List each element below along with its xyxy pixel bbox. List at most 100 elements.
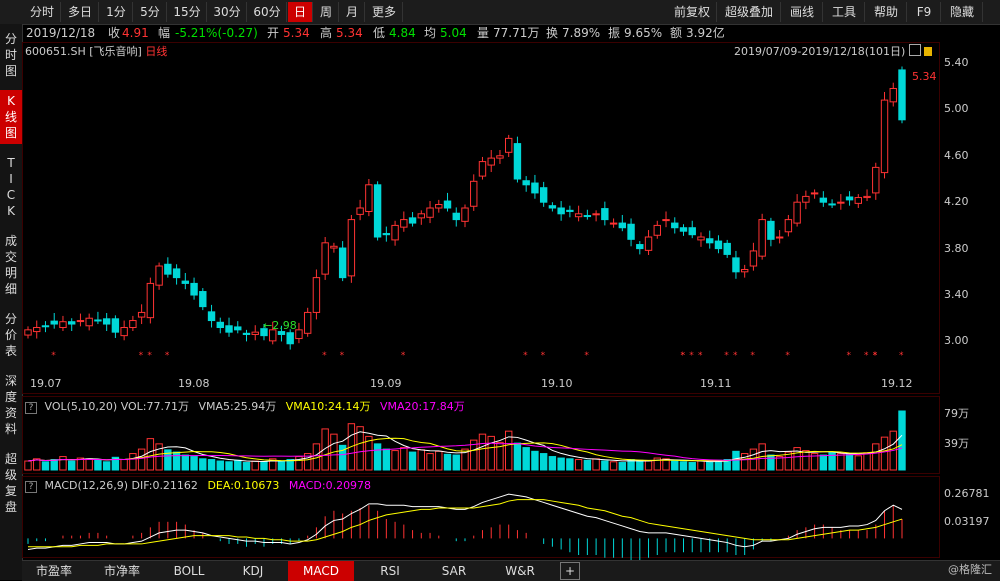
volume-bar (391, 450, 399, 471)
add-tab-icon[interactable]: + (560, 562, 580, 580)
bottom-tab-6[interactable]: SAR (426, 561, 482, 581)
volume-bar (732, 450, 740, 471)
volume-bar (775, 456, 784, 471)
bottom-tab-2[interactable]: BOLL (160, 561, 218, 581)
marker-star: * (147, 351, 152, 361)
volume-bar (102, 461, 111, 471)
volume-bar (234, 459, 242, 471)
candle-body (129, 320, 137, 329)
marker-star: * (584, 351, 589, 361)
candle-body (845, 196, 854, 201)
vol-axis-mid: 39万 (944, 437, 969, 450)
candle-body (706, 238, 714, 244)
bottom-tab-3[interactable]: KDJ (226, 561, 280, 581)
marker-star: * (401, 351, 406, 361)
date-tick: 19.12 (881, 377, 913, 390)
candle-body (330, 245, 338, 249)
volume-bar (513, 442, 522, 471)
high-annotation: 5.34 (912, 70, 937, 83)
kline-chart[interactable]: * * * * * * * * * * ** * * * * * * * * ** * (0, 0, 1000, 580)
candle-body (898, 69, 906, 121)
volume-bar (137, 448, 146, 471)
candle-body (872, 166, 880, 194)
low-annotation-value: 2.98 (272, 319, 297, 332)
volume-bar (880, 436, 889, 471)
candle-body (802, 195, 810, 203)
vma5-value: VMA5:25.94万 (198, 400, 277, 413)
candle-body (548, 205, 557, 209)
volume-bar (706, 461, 714, 471)
candle-body (496, 155, 504, 159)
high-annotation-value: 5.34 (912, 70, 937, 83)
volume-bar (85, 458, 93, 471)
volume-bar (863, 452, 871, 471)
candle-body (609, 222, 618, 225)
candle-body (338, 247, 347, 279)
volume-bar (845, 453, 854, 471)
marker-star: * (899, 351, 904, 361)
help-icon[interactable]: ? (25, 402, 37, 414)
marker-star: * (873, 351, 878, 361)
candle-body (85, 317, 93, 327)
bottom-tab-0[interactable]: 市盈率 (24, 561, 84, 581)
candle-body (601, 208, 609, 221)
marker-star: * (750, 351, 755, 361)
candle-body (487, 157, 495, 166)
marker-star: * (733, 351, 738, 361)
low-annotation: ←2.98 (263, 319, 297, 332)
candle-body (714, 240, 723, 250)
bottom-tab-4[interactable]: MACD (288, 561, 354, 581)
candle-body (373, 184, 382, 238)
candle-body (775, 236, 784, 239)
vma20-value: VMA20:17.84万 (380, 400, 465, 413)
macd-axis-mid: 0.03197 (944, 515, 990, 528)
candle-body (426, 207, 434, 218)
marker-star: * (698, 351, 703, 361)
candle-body (382, 233, 391, 236)
vma10-value: VMA10:24.14万 (285, 400, 371, 413)
candle-body (286, 332, 294, 345)
volume-bar (225, 461, 233, 471)
candle-body (767, 220, 775, 240)
candle-body (172, 268, 181, 279)
candle-body (76, 320, 85, 323)
candle-body (164, 263, 172, 275)
volume-bar (539, 453, 548, 471)
candle-body (102, 318, 111, 325)
candle-body (557, 207, 565, 215)
help-icon[interactable]: ? (25, 481, 37, 493)
candle-body (216, 321, 224, 329)
marker-star: * (541, 351, 546, 361)
vol-axis-top: 79万 (944, 407, 969, 420)
candle-body (697, 236, 705, 241)
macd-title: MACD(12,26,9) (44, 479, 129, 492)
candle-body (636, 244, 644, 250)
candle-body (408, 217, 417, 224)
candle-body (505, 137, 513, 153)
candle-body (41, 325, 50, 328)
volume-bar (41, 461, 50, 471)
candle-body (347, 219, 356, 277)
candle-body (653, 224, 661, 236)
date-tick: 19.08 (178, 377, 210, 390)
volume-bar (601, 460, 609, 471)
bottom-tab-bar: 市盈率 市净率 BOLL KDJ MACD RSI SAR W&R + (22, 560, 1000, 581)
candle-body (225, 325, 233, 333)
candle-body (251, 331, 259, 335)
volume-bar (854, 455, 862, 471)
volume-bar (68, 460, 76, 471)
candle-body (155, 265, 163, 286)
marker-star: * (139, 351, 144, 361)
volume-bar (356, 426, 364, 471)
bottom-tab-7[interactable]: W&R (490, 561, 550, 581)
candle-body (889, 87, 897, 103)
candle-body (111, 318, 120, 333)
volume-bar (478, 433, 487, 471)
bottom-tab-5[interactable]: RSI (362, 561, 418, 581)
candle-body (627, 223, 635, 240)
candle-body (837, 201, 845, 204)
price-tick: 4.20 (944, 195, 969, 209)
bottom-tab-1[interactable]: 市净率 (92, 561, 152, 581)
marker-star: * (847, 351, 852, 361)
volume-bar (531, 450, 539, 471)
